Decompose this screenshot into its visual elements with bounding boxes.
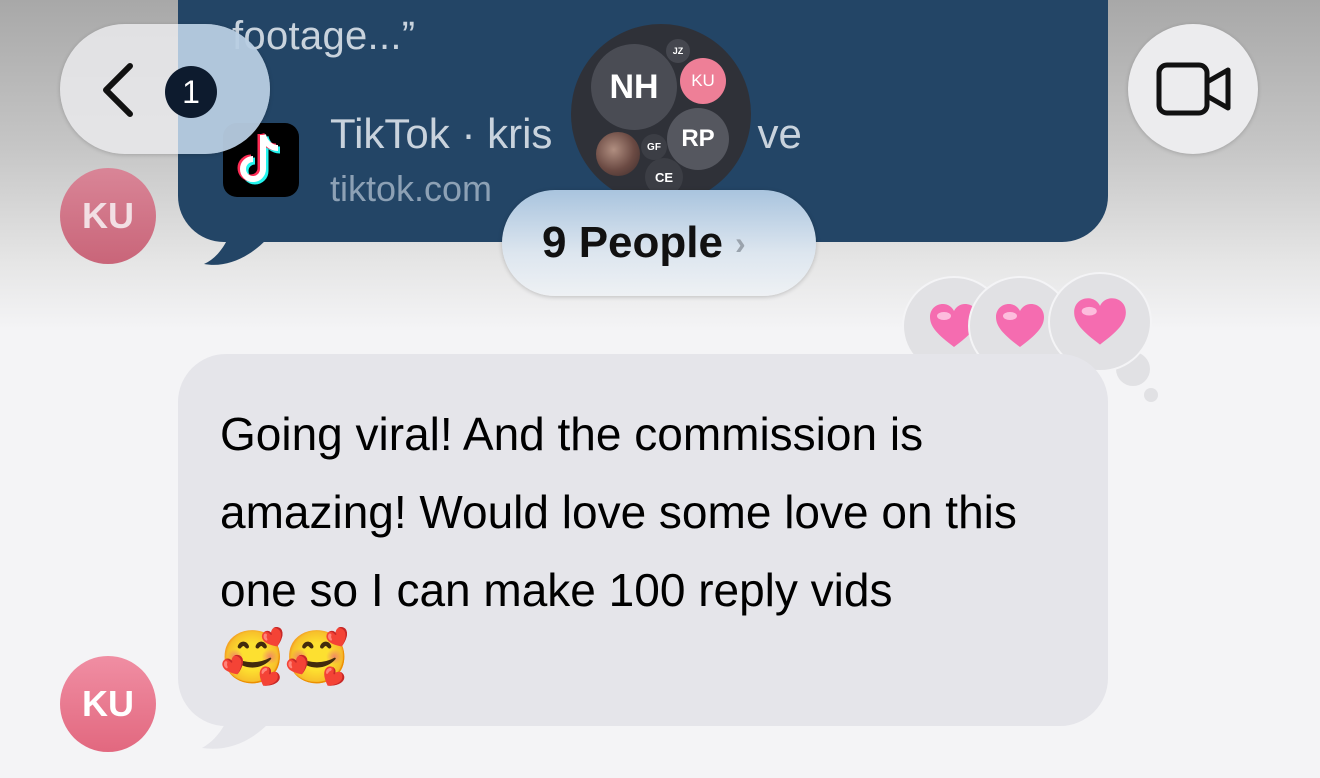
video-call-button[interactable] [1128,24,1258,154]
link-title-end: ve [757,110,802,157]
member-avatar: GF [641,134,667,160]
chevron-left-icon [103,63,133,117]
people-count-label: 9 People [542,218,723,267]
member-avatar: KU [680,58,726,104]
unread-badge: 1 [165,66,217,118]
link-title-start: TikTok · kris [330,110,553,157]
member-photo-avatar [596,132,640,176]
link-quote-text: footage...” [232,14,416,58]
pink-heart-icon [1074,298,1126,345]
reaction-bubble-tail [1144,388,1158,402]
member-avatar: RP [667,108,729,170]
message-text: Going viral! And the commission is amazi… [220,408,1017,616]
member-avatar: NH [591,44,677,130]
member-avatar: JZ [666,39,690,63]
video-camera-icon [1156,62,1231,116]
avatar[interactable]: KU [60,168,156,264]
avatar[interactable]: KU [60,656,156,752]
smiling-hearts-emoji: 🥰🥰 [220,629,350,687]
pink-heart-icon [996,304,1044,347]
link-domain: tiktok.com [330,168,493,209]
group-people-button[interactable]: 9 People › [502,190,816,296]
chevron-right-icon: › [734,224,746,261]
